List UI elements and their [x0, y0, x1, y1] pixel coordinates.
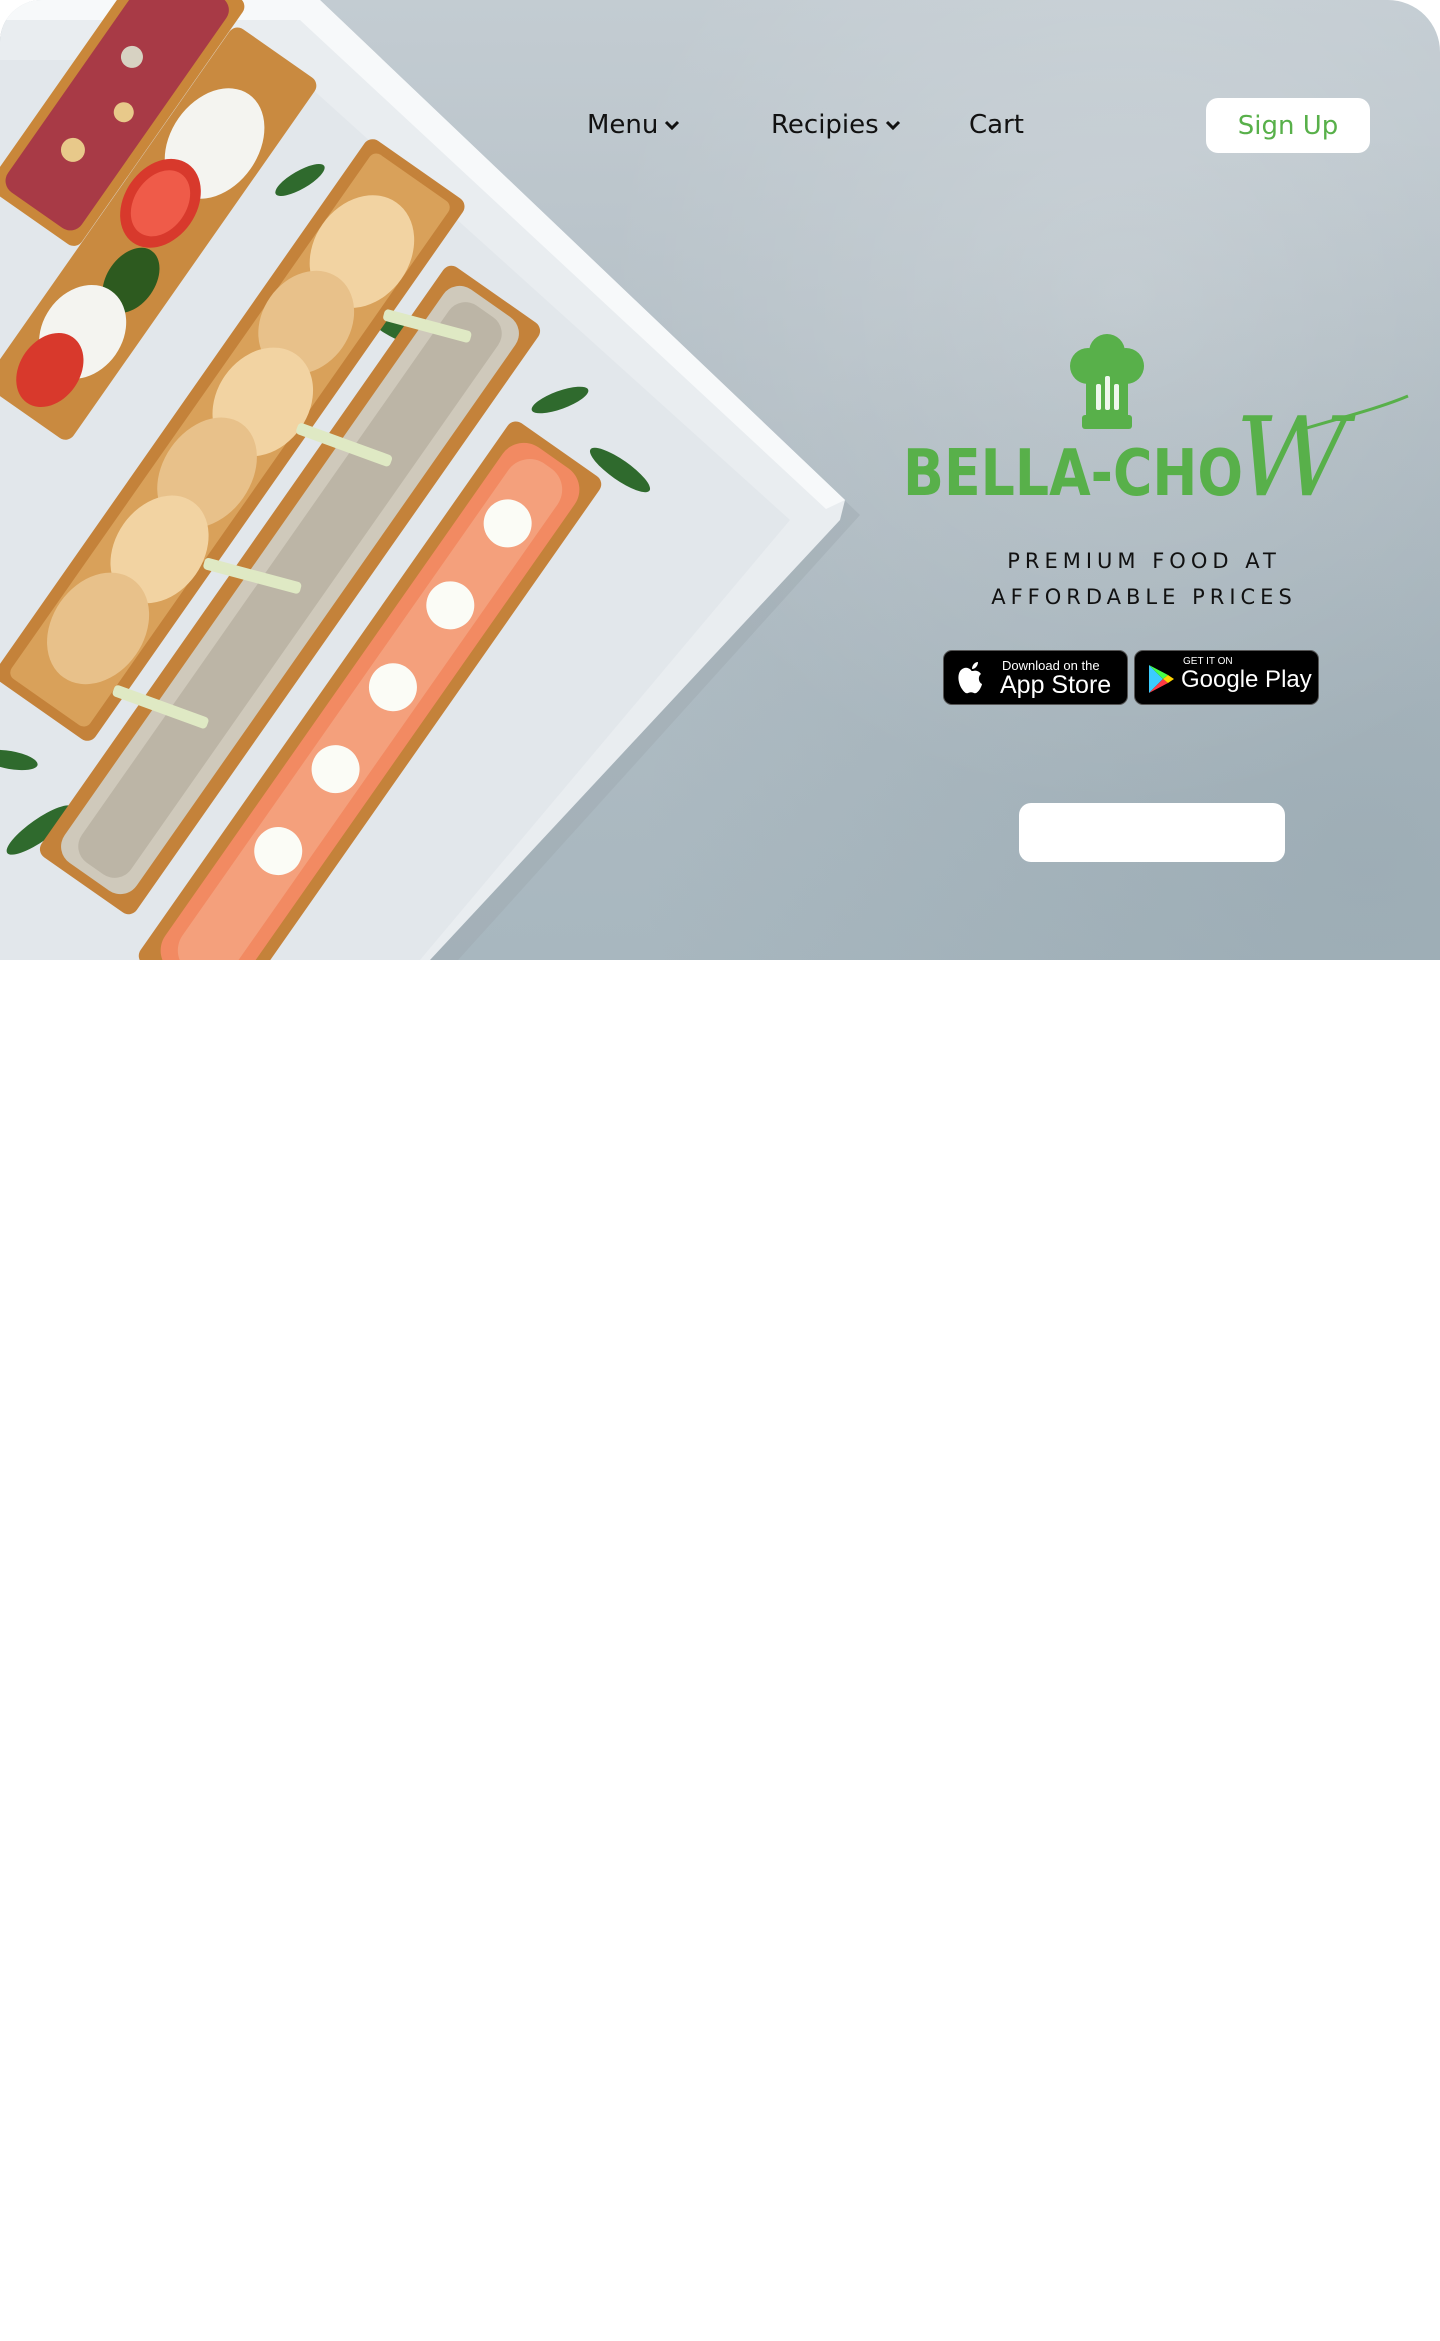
apple-icon	[958, 662, 982, 694]
bella-chow-logo: BELLA-CHO W	[903, 334, 1409, 503]
google-play-badge[interactable]: GET IT ON Google Play	[1134, 650, 1319, 705]
signup-button[interactable]: Sign Up	[1206, 98, 1370, 153]
chevron-down-icon	[885, 120, 900, 131]
app-store-big-text: App Store	[1000, 671, 1112, 699]
tagline: PREMIUM FOOD AT AFFORDABLE PRICES	[900, 543, 1388, 615]
svg-text:W: W	[1235, 393, 1356, 503]
nav-recipes[interactable]: Recipies	[771, 110, 901, 140]
nav-cart-label: Cart	[969, 110, 1024, 140]
tagline-line-2: AFFORDABLE PRICES	[991, 585, 1297, 609]
nav-menu[interactable]: Menu	[587, 110, 680, 140]
nav-recipes-label: Recipies	[771, 110, 879, 140]
tagline-line-1: PREMIUM FOOD AT	[1007, 549, 1281, 573]
hero-section: Menu Recipies Cart Sign Up BELLA-CHO W P…	[0, 0, 1440, 960]
svg-text:BELLA-CHO: BELLA-CHO	[903, 437, 1243, 503]
chevron-down-icon	[665, 120, 680, 131]
nav-menu-label: Menu	[587, 110, 659, 140]
google-play-icon	[1149, 665, 1174, 693]
google-play-big-text: Google Play	[1181, 666, 1312, 693]
app-store-badge[interactable]: Download on the App Store	[943, 650, 1128, 705]
nav-cart[interactable]: Cart	[969, 110, 1024, 140]
cta-button[interactable]	[1019, 803, 1285, 862]
